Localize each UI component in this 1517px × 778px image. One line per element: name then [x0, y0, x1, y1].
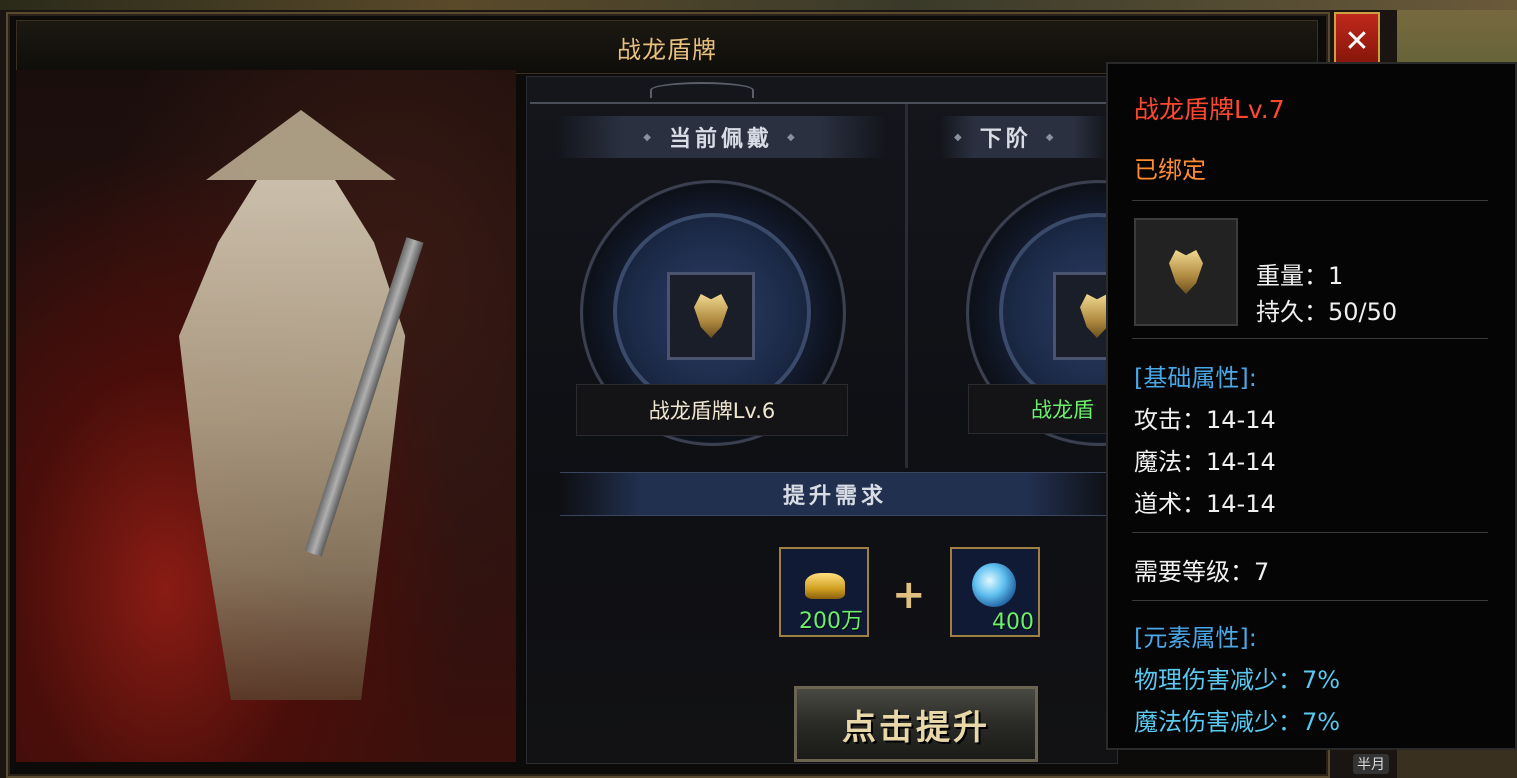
next-item-name-box: 战龙盾: [968, 384, 1108, 434]
plus-icon: +: [892, 572, 926, 618]
tooltip-item-icon: [1134, 218, 1238, 326]
spirit-orb-icon: [972, 563, 1016, 607]
material-count: 200万: [799, 609, 863, 634]
next-item-name: 战龙盾: [1031, 398, 1094, 422]
straw-hat: [206, 110, 396, 180]
material-count: 400: [992, 610, 1034, 635]
attack-mode-label[interactable]: 半月: [1353, 754, 1389, 774]
next-header: 下阶: [940, 116, 1108, 158]
tooltip-divider: [1132, 600, 1488, 601]
current-header: 当前佩戴: [556, 116, 886, 158]
weight-stat: 重量：1: [1256, 262, 1344, 290]
shield-icon: [1169, 250, 1203, 294]
character-figure: [179, 180, 406, 700]
element-attr-header: [元素属性]:: [1134, 624, 1257, 652]
character-portrait: [16, 70, 516, 762]
current-item-name-box: 战龙盾牌Lv.6: [576, 384, 848, 436]
current-item-name: 战龙盾牌Lv.6: [648, 399, 776, 423]
requirements-header-label: 提升需求: [782, 484, 887, 509]
base-attr-header: [基础属性]:: [1134, 364, 1257, 392]
item-tooltip: 战龙盾牌Lv.7 已绑定 重量：1 持久：50/50 [基础属性]: 攻击：14…: [1106, 62, 1517, 750]
tooltip-divider: [1132, 532, 1488, 533]
taoism-stat: 道术：14-14: [1134, 490, 1276, 518]
upgrade-button[interactable]: 点击提升: [794, 686, 1038, 762]
magic-damage-reduction: 魔法伤害减少：7%: [1134, 708, 1341, 736]
panel-ornament: [530, 78, 1110, 104]
gold-ingot-icon: [805, 573, 845, 599]
shield-icon: [694, 294, 728, 338]
magic-stat: 魔法：14-14: [1134, 448, 1276, 476]
current-header-label: 当前佩戴: [668, 127, 773, 152]
physical-damage-reduction: 物理伤害减少：7%: [1134, 666, 1341, 694]
current-item-slot[interactable]: [667, 272, 755, 360]
tooltip-divider: [1132, 338, 1488, 339]
tooltip-title: 战龙盾牌Lv.7: [1134, 95, 1285, 124]
column-divider: [905, 104, 908, 468]
tooltip-divider: [1132, 200, 1488, 201]
level-requirement: 需要等级：7: [1134, 558, 1270, 586]
dialog-title: 战龙盾牌: [617, 35, 717, 64]
requirements-header: 提升需求: [560, 472, 1110, 516]
material-slot-orb[interactable]: 400: [950, 547, 1040, 637]
material-slot-gold[interactable]: 200万: [779, 547, 869, 637]
next-header-label: 下阶: [979, 127, 1032, 152]
top-hud-strip: [0, 0, 1517, 10]
durability-stat: 持久：50/50: [1256, 298, 1398, 326]
attack-stat: 攻击：14-14: [1134, 406, 1276, 434]
bound-status: 已绑定: [1134, 156, 1206, 184]
